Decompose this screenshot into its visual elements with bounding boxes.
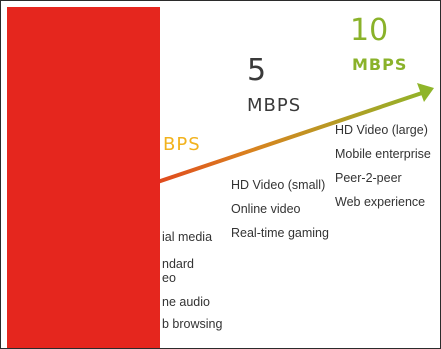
redaction-block	[7, 7, 160, 348]
tier-low-use: ne audio	[162, 295, 210, 309]
tier-mid-use: HD Video (small)	[231, 178, 326, 192]
tier-low-use: ndard	[162, 257, 194, 271]
tier-high-speed-number: 10	[350, 13, 389, 48]
tier-high-speed-unit: MBPS	[352, 55, 408, 74]
tier-low-use: b browsing	[162, 317, 223, 331]
tier-low-speed-unit: BPS	[163, 134, 201, 155]
tier-low-use	[162, 210, 222, 231]
tier-low-use: ial media	[162, 230, 213, 244]
tier-high-use: Mobile enterprise	[335, 147, 431, 161]
tier-high-use: HD Video (large)	[335, 123, 428, 137]
tier-low-uses: ial media ndard eo ne audio b browsing	[162, 210, 222, 331]
tier-mid-use: Real-time gaming	[231, 226, 329, 240]
tier-high-use: Peer-2-peer	[335, 171, 402, 185]
tier-mid-speed-number: 5	[247, 53, 267, 88]
tier-high-uses: HD Video (large) Mobile enterprise Peer-…	[335, 124, 431, 209]
tier-mid-speed-unit: MBPS	[247, 95, 302, 116]
tier-high-use: Web experience	[335, 195, 426, 209]
tier-low-use: eo	[162, 271, 176, 285]
tier-mid-uses: HD Video (small) Online video Real-time …	[231, 179, 329, 240]
diagram-frame: BPS ial media ndard eo ne audio b browsi…	[0, 0, 441, 349]
tier-mid-use: Online video	[231, 202, 301, 216]
